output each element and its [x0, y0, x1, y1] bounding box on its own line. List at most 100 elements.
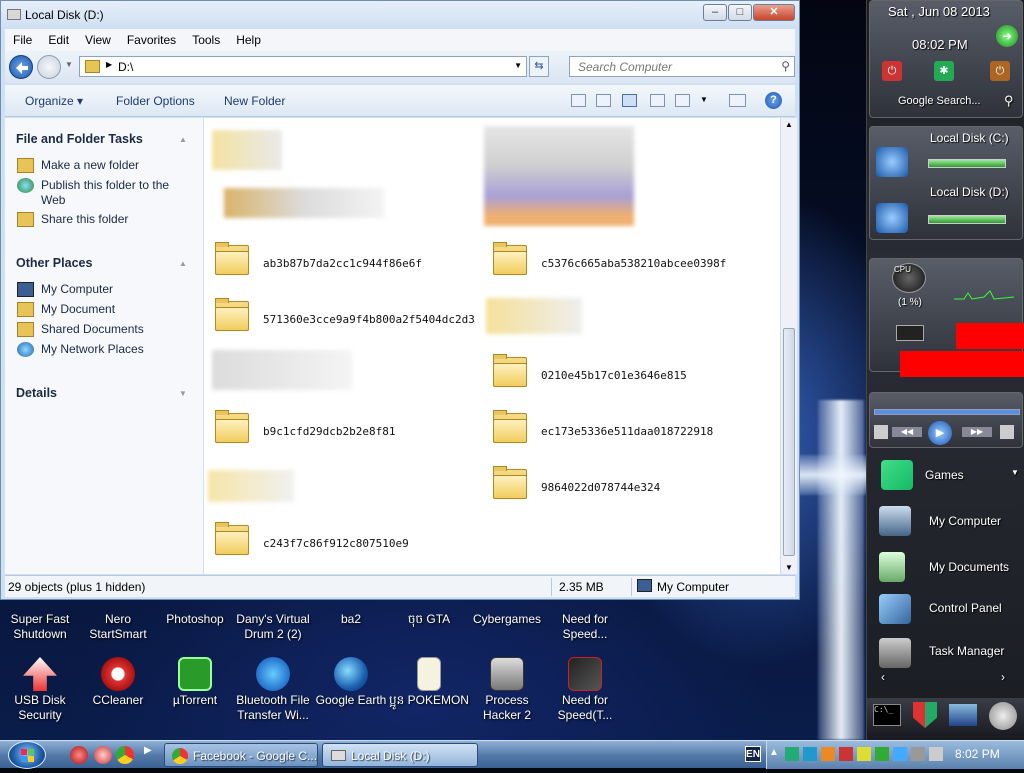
- launcher-next-icon[interactable]: ›: [1001, 670, 1005, 684]
- desktop-icon-photoshop[interactable]: Photoshop: [155, 612, 235, 627]
- desktop-icon-ccleaner[interactable]: CCleaner: [78, 657, 158, 708]
- security-shield-icon[interactable]: [913, 702, 937, 728]
- title-bar[interactable]: Local Disk (D:) – □ ✕: [1, 1, 799, 29]
- tray-icon[interactable]: [857, 747, 871, 761]
- logoff-icon[interactable]: ⏻: [990, 61, 1010, 81]
- desktop-icon-virtual-drum[interactable]: Dany's Virtual Drum 2 (2): [233, 612, 313, 642]
- chrome-quicklaunch-icon[interactable]: [116, 746, 134, 764]
- desktop-icon-ba2[interactable]: ba2: [311, 612, 391, 627]
- organize-button[interactable]: Organize ▾: [25, 94, 83, 108]
- games-dropdown-icon[interactable]: ▼: [1011, 468, 1019, 477]
- refresh-button[interactable]: ⇆: [529, 56, 549, 77]
- desktop-icon-need-for-speed-2[interactable]: Need for Speed(T...: [545, 657, 625, 723]
- address-dropdown-icon[interactable]: ▼: [514, 61, 522, 70]
- new-folder-button[interactable]: New Folder: [224, 94, 285, 108]
- task-share-folder[interactable]: Share this folder: [17, 212, 192, 227]
- folder-item[interactable]: 571360e3cce9a9f4b800a2f5404dc2d3: [214, 298, 475, 338]
- task-publish-folder[interactable]: Publish this folder to the Web: [17, 178, 192, 208]
- back-button[interactable]: [9, 55, 33, 79]
- folder-item[interactable]: 0210e45b17c01e3646e815: [492, 354, 772, 394]
- desktop-icon-need-for-speed[interactable]: Need for Speed...: [545, 612, 625, 642]
- shutdown-icon[interactable]: ⏻: [882, 61, 902, 81]
- folder-item[interactable]: ab3b87b7da2cc1c944f86e6f: [214, 242, 474, 282]
- minimize-button[interactable]: –: [703, 4, 727, 21]
- play-icon[interactable]: ▶: [928, 421, 952, 445]
- app-quicklaunch-icon[interactable]: [94, 746, 112, 764]
- place-my-network[interactable]: My Network Places: [17, 342, 192, 357]
- scrollbar-thumb[interactable]: [783, 328, 795, 556]
- launcher-my-computer[interactable]: My Computer: [929, 514, 1001, 528]
- menu-edit[interactable]: Edit: [40, 29, 77, 47]
- start-button[interactable]: [8, 741, 46, 769]
- places-section-heading[interactable]: Other Places: [16, 256, 92, 270]
- folder-item[interactable]: ec173e5336e511daa018722918: [492, 410, 772, 450]
- menu-view[interactable]: View: [77, 29, 119, 47]
- menu-file[interactable]: File: [5, 29, 40, 47]
- vertical-scrollbar[interactable]: ▲ ▼: [780, 118, 797, 574]
- collapse-icon[interactable]: ▲: [179, 259, 187, 268]
- view-tiles-icon[interactable]: [596, 94, 611, 107]
- antivirus-quicklaunch-icon[interactable]: [70, 746, 88, 764]
- folder-item[interactable]: b9c1cfd29dcb2b2e8f81: [214, 410, 474, 450]
- place-shared-documents[interactable]: Shared Documents: [17, 322, 192, 337]
- menu-favorites[interactable]: Favorites: [119, 29, 184, 47]
- eject-icon[interactable]: [1000, 425, 1014, 439]
- language-indicator[interactable]: EN: [745, 746, 761, 762]
- tray-icon[interactable]: [911, 747, 925, 761]
- launcher-prev-icon[interactable]: ‹: [881, 670, 885, 684]
- desktop-icon-gta[interactable]: ចុច GTA: [389, 612, 469, 627]
- menu-help[interactable]: Help: [228, 29, 269, 47]
- scroll-up-icon[interactable]: ▲: [785, 120, 793, 129]
- desktop-icon-utorrent[interactable]: µTorrent: [155, 657, 235, 708]
- quicklaunch-expand-icon[interactable]: ▶: [144, 745, 152, 756]
- folder-item[interactable]: c243f7c86f912c807510e9: [214, 522, 474, 562]
- taskbar-button-facebook[interactable]: Facebook - Google C...: [164, 743, 318, 767]
- restart-icon[interactable]: ✱: [934, 61, 954, 81]
- go-arrow-icon[interactable]: ➜: [996, 25, 1018, 47]
- folder-item[interactable]: c5376c665aba538210abcee0398f: [492, 242, 772, 282]
- launcher-games[interactable]: Games: [925, 468, 964, 482]
- stop-icon[interactable]: [874, 425, 888, 439]
- collapse-icon[interactable]: ▲: [179, 135, 187, 144]
- desktop-icon-process-hacker[interactable]: Process Hacker 2: [467, 657, 547, 723]
- view-thumbnails-icon[interactable]: [571, 94, 586, 107]
- place-my-document[interactable]: My Document: [17, 302, 192, 317]
- views-dropdown-icon[interactable]: ▼: [700, 95, 708, 104]
- folder-item[interactable]: 9864022d078744e324: [492, 466, 772, 506]
- preview-pane-icon[interactable]: [729, 94, 746, 107]
- close-button[interactable]: ✕: [753, 4, 795, 21]
- tray-icon[interactable]: [839, 747, 853, 761]
- place-my-computer[interactable]: My Computer: [17, 282, 192, 297]
- taskbar-clock[interactable]: 8:02 PM: [955, 747, 1000, 761]
- tray-icon[interactable]: [875, 747, 889, 761]
- tray-icon[interactable]: [821, 747, 835, 761]
- task-make-new-folder[interactable]: Make a new folder: [17, 158, 192, 173]
- maximize-button[interactable]: □: [728, 4, 752, 21]
- search-input[interactable]: Search Computer ⚲: [569, 56, 795, 77]
- view-details-icon[interactable]: [675, 94, 690, 107]
- speaker-icon[interactable]: [989, 702, 1017, 730]
- scroll-down-icon[interactable]: ▼: [785, 563, 793, 572]
- desktop-icon-google-earth[interactable]: Google Earth: [311, 657, 391, 708]
- tray-icon[interactable]: [803, 747, 817, 761]
- launcher-control-panel[interactable]: Control Panel: [929, 601, 1002, 615]
- search-icon[interactable]: ⚲: [1004, 93, 1014, 109]
- network-icon[interactable]: [949, 704, 977, 726]
- taskbar-button-local-disk[interactable]: Local Disk (D:): [322, 743, 478, 767]
- details-section-heading[interactable]: Details: [16, 386, 57, 400]
- tray-icon[interactable]: [893, 747, 907, 761]
- history-dropdown-icon[interactable]: ▼: [65, 60, 73, 69]
- desktop-icon-pokemon[interactable]: ប្អូន POKEMON: [389, 657, 469, 708]
- show-hidden-icons[interactable]: ▲: [769, 747, 779, 758]
- view-icons-icon[interactable]: [622, 94, 637, 107]
- expand-icon[interactable]: ▼: [179, 389, 187, 398]
- media-progress-bar[interactable]: [874, 409, 1020, 415]
- tray-icon[interactable]: [785, 747, 799, 761]
- forward-button[interactable]: [37, 55, 61, 79]
- menu-tools[interactable]: Tools: [184, 29, 228, 47]
- folder-options-button[interactable]: Folder Options: [116, 94, 195, 108]
- tasks-section-heading[interactable]: File and Folder Tasks: [16, 132, 143, 146]
- address-field[interactable]: ▶ D:\ ▼: [79, 56, 527, 77]
- launcher-my-documents[interactable]: My Documents: [929, 560, 1009, 574]
- launcher-task-manager[interactable]: Task Manager: [929, 644, 1004, 658]
